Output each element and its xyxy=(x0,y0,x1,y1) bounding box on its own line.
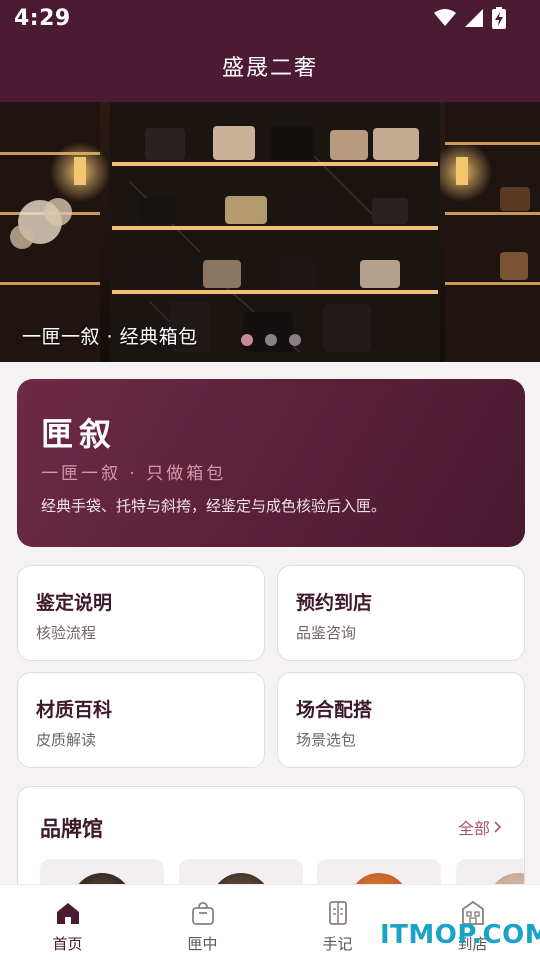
top-app-bar: 4:29 盛晟二奢 xyxy=(0,0,540,102)
status-time: 4:29 xyxy=(14,6,71,31)
hero-description: 经典手袋、托特与斜挎，经鉴定与成色核验后入匣。 xyxy=(41,497,387,515)
tab-label: 首页 xyxy=(52,935,83,953)
hero-card: 匣叙 一匣一叙 · 只做箱包 经典手袋、托特与斜挎，经鉴定与成色核验后入匣。 xyxy=(17,379,525,547)
banner-carousel[interactable]: 一匣一叙 · 经典箱包 xyxy=(0,102,540,362)
app-title: 盛晟二奢 xyxy=(221,56,318,81)
carousel-dot-active[interactable] xyxy=(241,334,253,346)
tile-subtitle: 皮质解读 xyxy=(36,731,97,749)
tile-store-booking[interactable]: 预约到店 品鉴咨询 xyxy=(277,565,525,661)
hero-subtitle: 一匣一叙 · 只做箱包 xyxy=(41,464,227,484)
tile-title: 材质百科 xyxy=(36,699,113,721)
chevron-right-icon xyxy=(494,821,502,833)
carousel-indicator xyxy=(241,334,301,346)
notebook-icon xyxy=(329,901,347,925)
tab-box[interactable]: 匣中 xyxy=(135,885,270,960)
tile-subtitle: 场景选包 xyxy=(296,731,357,749)
tab-label: 匣中 xyxy=(187,935,218,953)
brands-view-all-label: 全部 xyxy=(457,819,490,838)
brands-view-all-link[interactable]: 全部 xyxy=(458,815,502,839)
tile-title: 鉴定说明 xyxy=(36,592,113,614)
tile-subtitle: 品鉴咨询 xyxy=(296,624,357,642)
hero-title: 匣叙 xyxy=(41,415,118,453)
battery-charging-icon xyxy=(492,7,506,29)
tile-title: 场合配搭 xyxy=(296,699,373,721)
tile-materials[interactable]: 材质百科 皮质解读 xyxy=(17,672,265,768)
home-icon xyxy=(57,903,79,924)
tile-title: 预约到店 xyxy=(296,592,373,614)
carousel-dot[interactable] xyxy=(265,334,277,346)
tile-subtitle: 核验流程 xyxy=(36,624,97,642)
watermark: ITMOP.COM xyxy=(380,920,540,950)
bag-icon xyxy=(192,902,214,925)
status-icons xyxy=(434,6,506,30)
wifi-icon xyxy=(434,9,456,26)
brands-title: 品牌馆 xyxy=(40,817,103,841)
tile-authentication[interactable]: 鉴定说明 核验流程 xyxy=(17,565,265,661)
carousel-dot[interactable] xyxy=(289,334,301,346)
signal-icon xyxy=(465,9,483,27)
banner-caption: 一匣一叙 · 经典箱包 xyxy=(22,326,198,348)
tab-home[interactable]: 首页 xyxy=(0,885,135,960)
tile-occasion-matching[interactable]: 场合配搭 场景选包 xyxy=(277,672,525,768)
